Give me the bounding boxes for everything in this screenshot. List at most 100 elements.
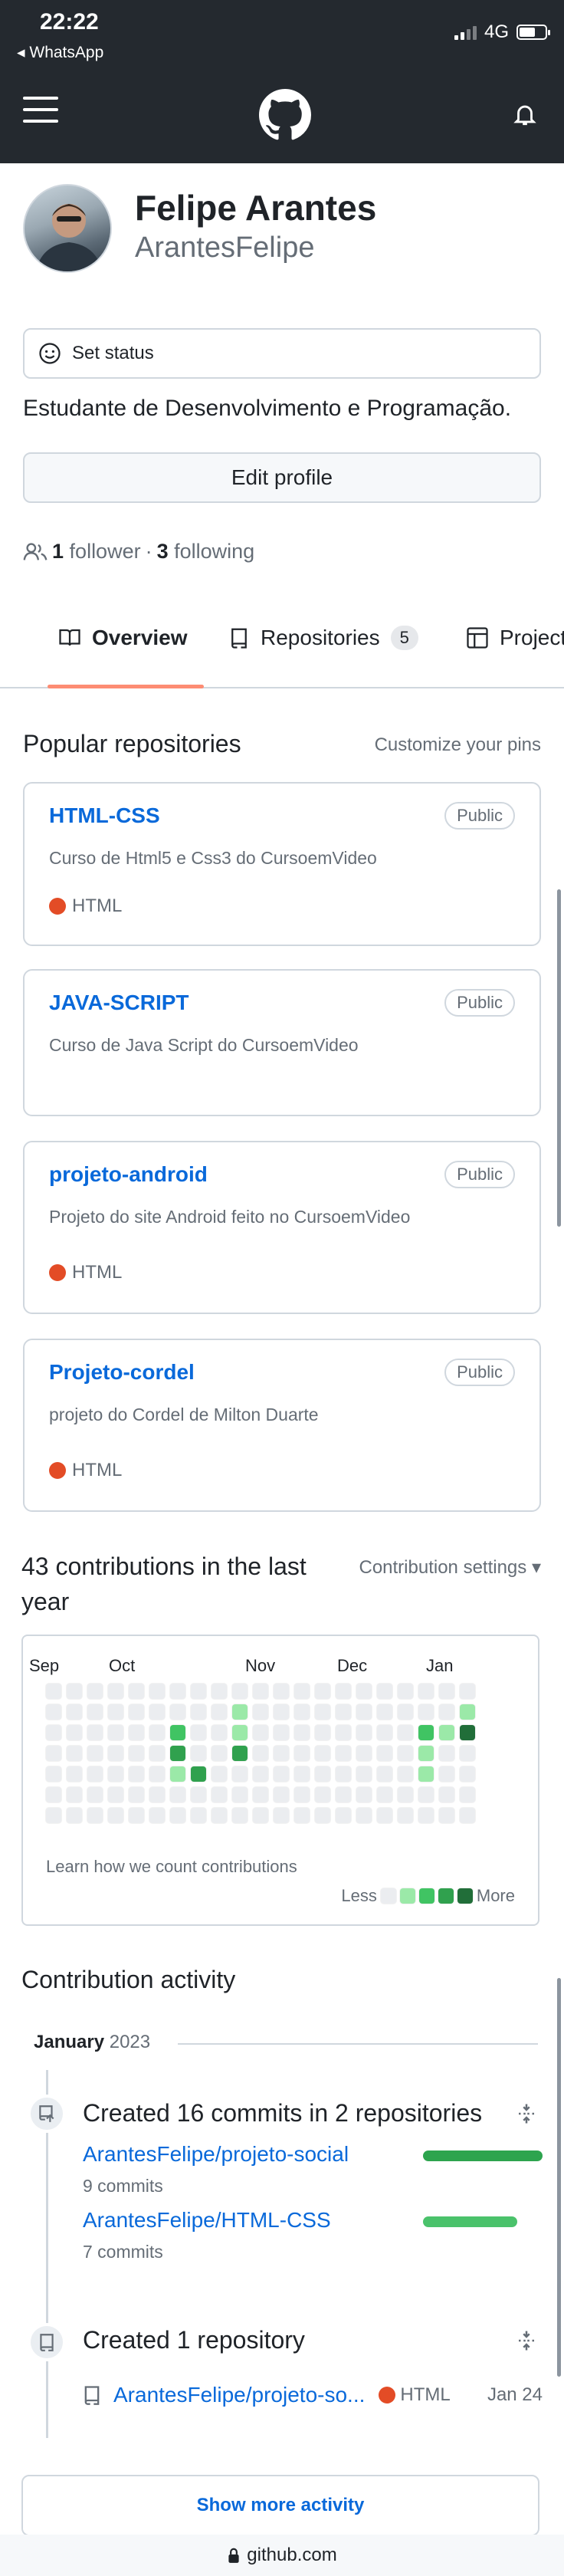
contribution-cell[interactable]: [356, 1745, 372, 1762]
contribution-cell[interactable]: [66, 1807, 83, 1824]
fold-icon[interactable]: [515, 2102, 538, 2125]
contribution-cell[interactable]: [356, 1786, 372, 1803]
contribution-cell[interactable]: [128, 1683, 145, 1700]
contribution-cell[interactable]: [66, 1786, 83, 1803]
browser-url-bar[interactable]: github.com: [0, 2535, 564, 2576]
contribution-cell[interactable]: [418, 1683, 434, 1700]
repo-name-link[interactable]: Projeto-cordel: [49, 1360, 195, 1385]
contribution-cell[interactable]: [107, 1724, 124, 1741]
contribution-cell[interactable]: [66, 1704, 83, 1720]
contribution-cell[interactable]: [438, 1704, 455, 1720]
contribution-cell[interactable]: [418, 1807, 434, 1824]
contribution-cell[interactable]: [273, 1745, 290, 1762]
contribution-cell[interactable]: [376, 1724, 393, 1741]
contribution-cell[interactable]: [252, 1786, 269, 1803]
contribution-cell[interactable]: [438, 1745, 455, 1762]
contribution-cell[interactable]: [314, 1704, 331, 1720]
contribution-cell[interactable]: [231, 1724, 248, 1741]
contribution-cell[interactable]: [149, 1745, 166, 1762]
contribution-cell[interactable]: [356, 1807, 372, 1824]
contribution-cell[interactable]: [169, 1724, 186, 1741]
contribution-cell[interactable]: [128, 1807, 145, 1824]
commit-repo-link[interactable]: ArantesFelipe/projeto-social: [83, 2142, 349, 2167]
contribution-cell[interactable]: [231, 1704, 248, 1720]
contribution-cell[interactable]: [128, 1724, 145, 1741]
contribution-cell[interactable]: [438, 1807, 455, 1824]
contribution-cell[interactable]: [190, 1786, 207, 1803]
contribution-cell[interactable]: [107, 1766, 124, 1783]
contribution-cell[interactable]: [66, 1683, 83, 1700]
contribution-cell[interactable]: [169, 1807, 186, 1824]
contribution-cell[interactable]: [252, 1745, 269, 1762]
contribution-cell[interactable]: [335, 1724, 352, 1741]
contribution-cell[interactable]: [376, 1704, 393, 1720]
contribution-cell[interactable]: [45, 1704, 62, 1720]
contribution-cell[interactable]: [335, 1786, 352, 1803]
contribution-cell[interactable]: [66, 1766, 83, 1783]
repo-name-link[interactable]: projeto-android: [49, 1162, 208, 1187]
contribution-cell[interactable]: [211, 1807, 228, 1824]
tab-repositories[interactable]: Repositories 5: [228, 626, 418, 650]
learn-contributions-link[interactable]: Learn how we count contributions: [46, 1857, 297, 1877]
contribution-cell[interactable]: [376, 1786, 393, 1803]
contribution-cell[interactable]: [169, 1704, 186, 1720]
repo-name-link[interactable]: JAVA-SCRIPT: [49, 991, 189, 1015]
contribution-cell[interactable]: [438, 1766, 455, 1783]
contribution-cell[interactable]: [335, 1683, 352, 1700]
contribution-cell[interactable]: [273, 1704, 290, 1720]
contribution-cell[interactable]: [293, 1745, 310, 1762]
contribution-cell[interactable]: [211, 1786, 228, 1803]
contribution-cell[interactable]: [273, 1786, 290, 1803]
contribution-cell[interactable]: [211, 1766, 228, 1783]
contribution-cell[interactable]: [397, 1807, 414, 1824]
contribution-cell[interactable]: [190, 1704, 207, 1720]
contribution-cell[interactable]: [459, 1704, 476, 1720]
contribution-cell[interactable]: [87, 1683, 103, 1700]
contribution-cell[interactable]: [335, 1766, 352, 1783]
contribution-cell[interactable]: [418, 1786, 434, 1803]
contribution-cell[interactable]: [87, 1704, 103, 1720]
scrollbar[interactable]: [557, 889, 561, 1227]
contribution-cell[interactable]: [87, 1724, 103, 1741]
contribution-cell[interactable]: [397, 1745, 414, 1762]
contribution-cell[interactable]: [459, 1683, 476, 1700]
contribution-cell[interactable]: [231, 1766, 248, 1783]
contribution-cell[interactable]: [66, 1724, 83, 1741]
contribution-cell[interactable]: [293, 1807, 310, 1824]
contribution-cell[interactable]: [459, 1786, 476, 1803]
contribution-cell[interactable]: [252, 1766, 269, 1783]
contribution-cell[interactable]: [293, 1786, 310, 1803]
customize-pins-link[interactable]: Customize your pins: [375, 734, 541, 756]
created-repo-link[interactable]: ArantesFelipe/projeto-so...: [113, 2383, 365, 2407]
fold-icon[interactable]: [515, 2329, 538, 2352]
contribution-cell[interactable]: [107, 1807, 124, 1824]
contribution-cell[interactable]: [418, 1766, 434, 1783]
contribution-cell[interactable]: [45, 1766, 62, 1783]
contribution-cell[interactable]: [438, 1786, 455, 1803]
contribution-cell[interactable]: [128, 1745, 145, 1762]
followers-link[interactable]: 1 follower: [52, 540, 141, 564]
contribution-cell[interactable]: [107, 1704, 124, 1720]
contribution-cell[interactable]: [66, 1745, 83, 1762]
contribution-cell[interactable]: [231, 1807, 248, 1824]
scrollbar[interactable]: [557, 1978, 561, 2377]
contribution-cell[interactable]: [335, 1704, 352, 1720]
contribution-cell[interactable]: [252, 1683, 269, 1700]
contribution-cell[interactable]: [273, 1724, 290, 1741]
contribution-cell[interactable]: [169, 1786, 186, 1803]
following-link[interactable]: 3 following: [157, 540, 255, 564]
contribution-cell[interactable]: [87, 1766, 103, 1783]
contribution-cell[interactable]: [397, 1724, 414, 1741]
contribution-cell[interactable]: [356, 1724, 372, 1741]
contribution-cell[interactable]: [376, 1683, 393, 1700]
contribution-cell[interactable]: [231, 1745, 248, 1762]
contribution-cell[interactable]: [45, 1745, 62, 1762]
contribution-cell[interactable]: [45, 1786, 62, 1803]
contribution-cell[interactable]: [107, 1745, 124, 1762]
contribution-cell[interactable]: [356, 1683, 372, 1700]
contribution-cell[interactable]: [459, 1766, 476, 1783]
contribution-cell[interactable]: [252, 1807, 269, 1824]
repo-name-link[interactable]: HTML-CSS: [49, 803, 160, 828]
contribution-cell[interactable]: [418, 1724, 434, 1741]
contribution-cell[interactable]: [211, 1683, 228, 1700]
